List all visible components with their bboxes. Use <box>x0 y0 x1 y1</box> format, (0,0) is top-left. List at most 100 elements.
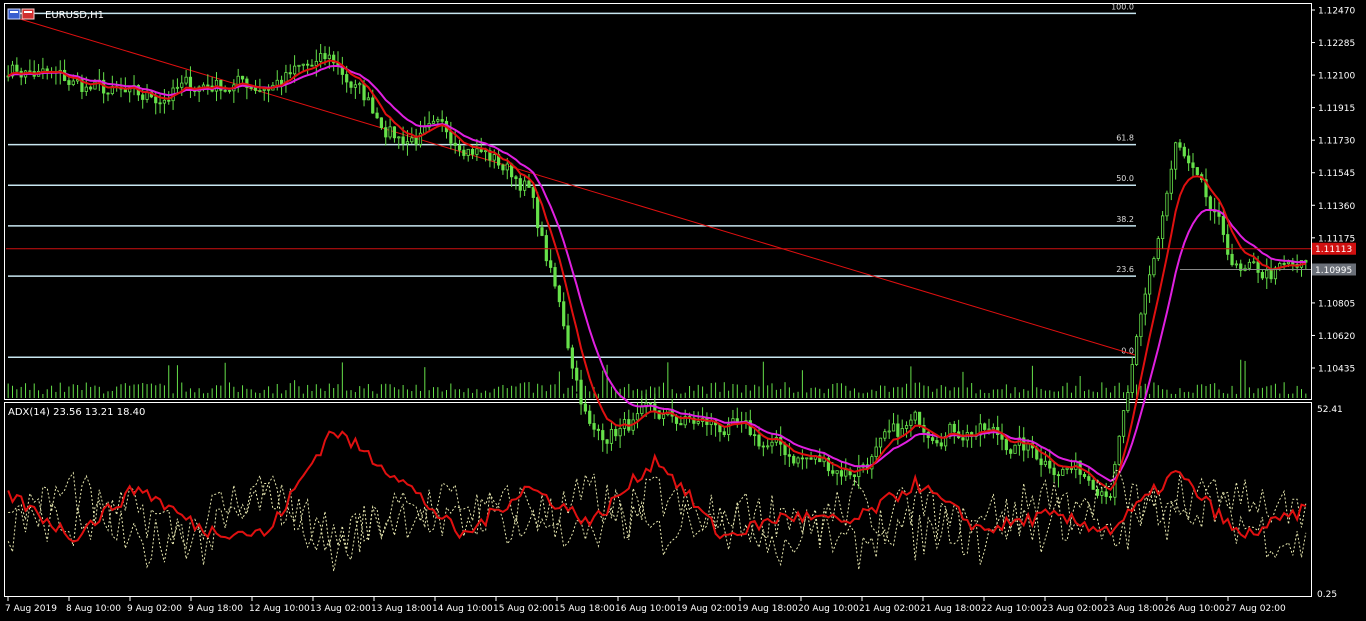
candle-body <box>1282 263 1286 265</box>
candle-body <box>1139 313 1143 338</box>
candle-body <box>987 428 991 431</box>
candle-body <box>167 99 171 102</box>
candle-body <box>1121 410 1126 437</box>
candle-body <box>1087 476 1091 481</box>
candle-body <box>809 457 813 460</box>
candle-body <box>579 379 583 405</box>
candle-body <box>410 137 414 143</box>
candle-body <box>536 197 540 229</box>
background <box>0 0 1366 621</box>
candle-body <box>1043 460 1048 466</box>
time-tick-label: 8 Aug 10:00 <box>66 604 121 614</box>
candle-body <box>1230 253 1234 266</box>
candle-body <box>1178 142 1182 148</box>
time-tick-label: 23 Aug 18:00 <box>1103 604 1164 614</box>
candle-body <box>288 72 292 75</box>
candle-body <box>162 99 167 104</box>
candle-body <box>1152 258 1156 276</box>
candle-body <box>1108 496 1113 498</box>
candle-body <box>1117 435 1121 465</box>
candle-body <box>991 427 995 430</box>
candle-body <box>835 470 839 474</box>
candle-body <box>648 402 653 405</box>
candle-body <box>831 470 835 474</box>
candle-body <box>549 260 553 268</box>
candle-body <box>1221 215 1225 235</box>
candle-body <box>800 457 804 460</box>
candle-body <box>939 442 943 447</box>
chart-header: EURUSD,H1 <box>7 8 104 21</box>
candle-body <box>531 187 535 198</box>
candle-body <box>240 75 245 80</box>
time-tick-label: 9 Aug 18:00 <box>188 604 243 614</box>
candle-body <box>935 440 939 444</box>
candle-body <box>1082 474 1087 477</box>
candle-body <box>449 131 453 144</box>
ask-price-label: 1.10995 <box>1315 266 1352 276</box>
chart-window[interactable]: 100.061.850.038.223.60.0 1.111131.10995 … <box>0 0 1366 621</box>
candle-body <box>766 445 770 448</box>
candle-body <box>293 65 297 75</box>
candle-body <box>1165 192 1169 217</box>
candle-body <box>1191 162 1195 168</box>
candle-body <box>609 429 614 444</box>
price-tick-label: 1.11545 <box>1318 169 1355 179</box>
candle-body <box>258 90 262 92</box>
candle-body <box>384 127 388 138</box>
candle-body <box>753 434 757 437</box>
time-tick-label: 21 Aug 18:00 <box>920 604 981 614</box>
fib-level-label: 61.8 <box>1116 134 1134 143</box>
candle-body <box>913 411 917 421</box>
time-tick-label: 12 Aug 10:00 <box>249 604 310 614</box>
candle-body <box>1048 460 1052 469</box>
candle-body <box>141 94 145 100</box>
candle-body <box>397 136 401 139</box>
candle-body <box>15 64 19 72</box>
candle-body <box>1174 142 1178 170</box>
time-tick-label: 26 Aug 10:00 <box>1164 604 1225 614</box>
candle-body <box>1234 263 1238 266</box>
candle-body <box>275 79 279 86</box>
adx-min-label: 0.25 <box>1317 590 1337 600</box>
candle-body <box>562 301 566 327</box>
candle-body <box>640 406 644 415</box>
time-tick-label: 23 Aug 02:00 <box>1042 604 1103 614</box>
candle-body <box>1256 261 1260 273</box>
candle-body <box>857 466 861 477</box>
candle-body <box>891 423 896 432</box>
candle-body <box>453 142 457 146</box>
time-tick-label: 13 Aug 18:00 <box>371 604 432 614</box>
candle-body <box>635 413 640 421</box>
candle-body <box>1161 215 1165 240</box>
candle-body <box>1169 168 1173 194</box>
candle-body <box>345 74 349 83</box>
candle-body <box>362 83 366 101</box>
price-tick-label: 1.10435 <box>1318 365 1355 375</box>
price-tick-label: 1.10620 <box>1318 332 1355 342</box>
candle-body <box>184 76 188 84</box>
candle-body <box>852 474 857 477</box>
candle-body <box>431 120 436 124</box>
time-tick-label: 27 Aug 02:00 <box>1225 604 1286 614</box>
candle-body <box>796 457 800 464</box>
candle-body <box>544 235 548 262</box>
candle-body <box>575 367 579 381</box>
price-tick-label: 1.11730 <box>1318 137 1355 147</box>
candle-body <box>327 54 331 60</box>
candle-body <box>696 421 700 424</box>
candle-body <box>206 84 210 87</box>
candle-body <box>787 454 791 457</box>
time-tick-label: 16 Aug 10:00 <box>615 604 676 614</box>
candle-body <box>253 87 258 91</box>
candle-body <box>175 86 180 89</box>
candle-body <box>358 83 362 86</box>
candle-body <box>314 60 318 66</box>
candle-body <box>297 64 301 67</box>
candle-body <box>761 445 765 448</box>
candle-body <box>1260 271 1265 279</box>
candle-body <box>909 419 913 426</box>
candle-body <box>223 89 227 92</box>
candle-body <box>319 53 323 62</box>
candle-body <box>1052 467 1056 476</box>
candle-body <box>1134 336 1139 365</box>
